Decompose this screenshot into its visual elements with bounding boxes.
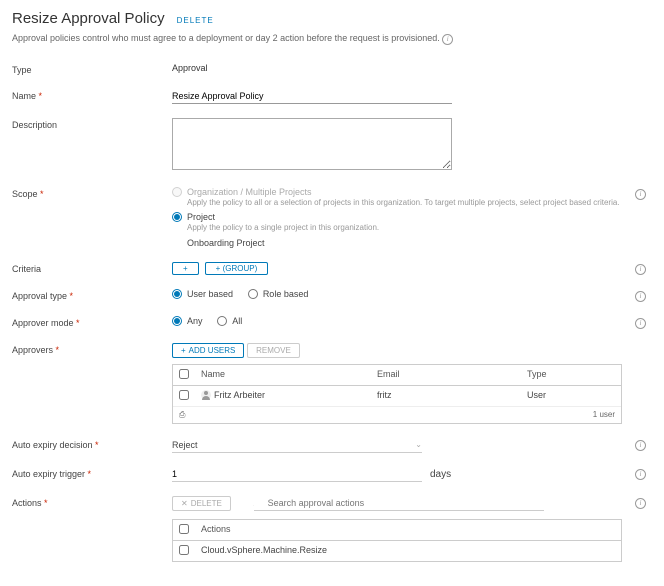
scope-project-hint: Apply the policy to a single project in … xyxy=(187,223,622,233)
name-input[interactable] xyxy=(172,89,452,104)
info-icon[interactable]: i xyxy=(635,318,646,329)
name-label: Name xyxy=(12,89,172,104)
user-based-radio[interactable] xyxy=(172,289,182,299)
type-column-header[interactable]: Type xyxy=(521,365,621,385)
info-icon[interactable]: i xyxy=(635,469,646,480)
approval-type-label: Approval type xyxy=(12,289,172,302)
info-icon[interactable]: i xyxy=(635,291,646,302)
name-column-header[interactable]: Name xyxy=(195,365,371,385)
auto-expiry-decision-label: Auto expiry decision xyxy=(12,438,172,453)
all-label: All xyxy=(232,316,242,326)
info-icon[interactable]: i xyxy=(635,189,646,200)
add-users-button[interactable]: +ADD USERS xyxy=(172,343,244,358)
role-based-label: Role based xyxy=(263,289,309,299)
description-label: Description xyxy=(12,118,172,173)
select-all-checkbox[interactable] xyxy=(179,369,189,379)
approver-type: User xyxy=(521,386,621,406)
all-radio[interactable] xyxy=(217,316,227,326)
info-icon[interactable]: i xyxy=(442,34,453,45)
scope-project-label: Project xyxy=(187,212,215,222)
any-radio[interactable] xyxy=(172,316,182,326)
scope-org-label: Organization / Multiple Projects xyxy=(187,187,312,197)
search-actions-input[interactable] xyxy=(254,496,544,511)
user-count: 1 user xyxy=(593,410,615,420)
page-title: Resize Approval Policy xyxy=(12,10,165,27)
user-icon xyxy=(201,390,211,400)
criteria-group-button[interactable]: + (GROUP) xyxy=(205,262,269,275)
any-label: Any xyxy=(187,316,203,326)
table-row[interactable]: Fritz Arbeiter fritz User xyxy=(173,386,621,407)
actions-table: Actions Cloud.vSphere.Machine.Resize xyxy=(172,519,622,562)
type-value: Approval xyxy=(172,63,208,73)
table-footer-left: ⎙ xyxy=(179,410,185,420)
approver-name: Fritz Arbeiter xyxy=(214,390,265,400)
scope-label: Scope xyxy=(12,187,172,248)
user-based-label: User based xyxy=(187,289,233,299)
chevron-down-icon: ⌄ xyxy=(415,440,422,449)
auto-expiry-trigger-label: Auto expiry trigger xyxy=(12,467,172,482)
scope-org-radio xyxy=(172,187,182,197)
remove-button: REMOVE xyxy=(247,343,300,358)
info-icon[interactable]: i xyxy=(635,264,646,275)
delete-action-button: ✕DELETE xyxy=(172,496,231,511)
auto-expiry-decision-select[interactable]: Reject ⌄ xyxy=(172,438,422,453)
role-based-radio[interactable] xyxy=(248,289,258,299)
approvers-label: Approvers xyxy=(12,343,172,424)
type-label: Type xyxy=(12,63,172,75)
table-row[interactable]: Cloud.vSphere.Machine.Resize xyxy=(173,541,621,561)
delete-policy-link[interactable]: DELETE xyxy=(177,16,214,25)
actions-column-header[interactable]: Actions xyxy=(195,520,621,540)
auto-expiry-trigger-input[interactable] xyxy=(172,467,422,482)
days-label: days xyxy=(430,469,451,480)
approver-email: fritz xyxy=(371,386,521,406)
criteria-label: Criteria xyxy=(12,262,172,275)
scope-org-hint: Apply the policy to all or a selection o… xyxy=(187,198,622,208)
description-input[interactable] xyxy=(172,118,452,170)
approvers-table: Name Email Type Fritz Arbeiter fritz Use… xyxy=(172,364,622,424)
criteria-add-button[interactable]: + xyxy=(172,262,199,275)
row-checkbox[interactable] xyxy=(179,390,189,400)
action-name: Cloud.vSphere.Machine.Resize xyxy=(195,541,621,561)
info-icon[interactable]: i xyxy=(635,440,646,451)
row-checkbox[interactable] xyxy=(179,545,189,555)
project-name-value: Onboarding Project xyxy=(187,238,622,248)
page-subtitle: Approval policies control who must agree… xyxy=(12,33,440,43)
email-column-header[interactable]: Email xyxy=(371,365,521,385)
scope-project-radio[interactable] xyxy=(172,212,182,222)
approver-mode-label: Approver mode xyxy=(12,316,172,329)
info-icon[interactable]: i xyxy=(635,498,646,509)
